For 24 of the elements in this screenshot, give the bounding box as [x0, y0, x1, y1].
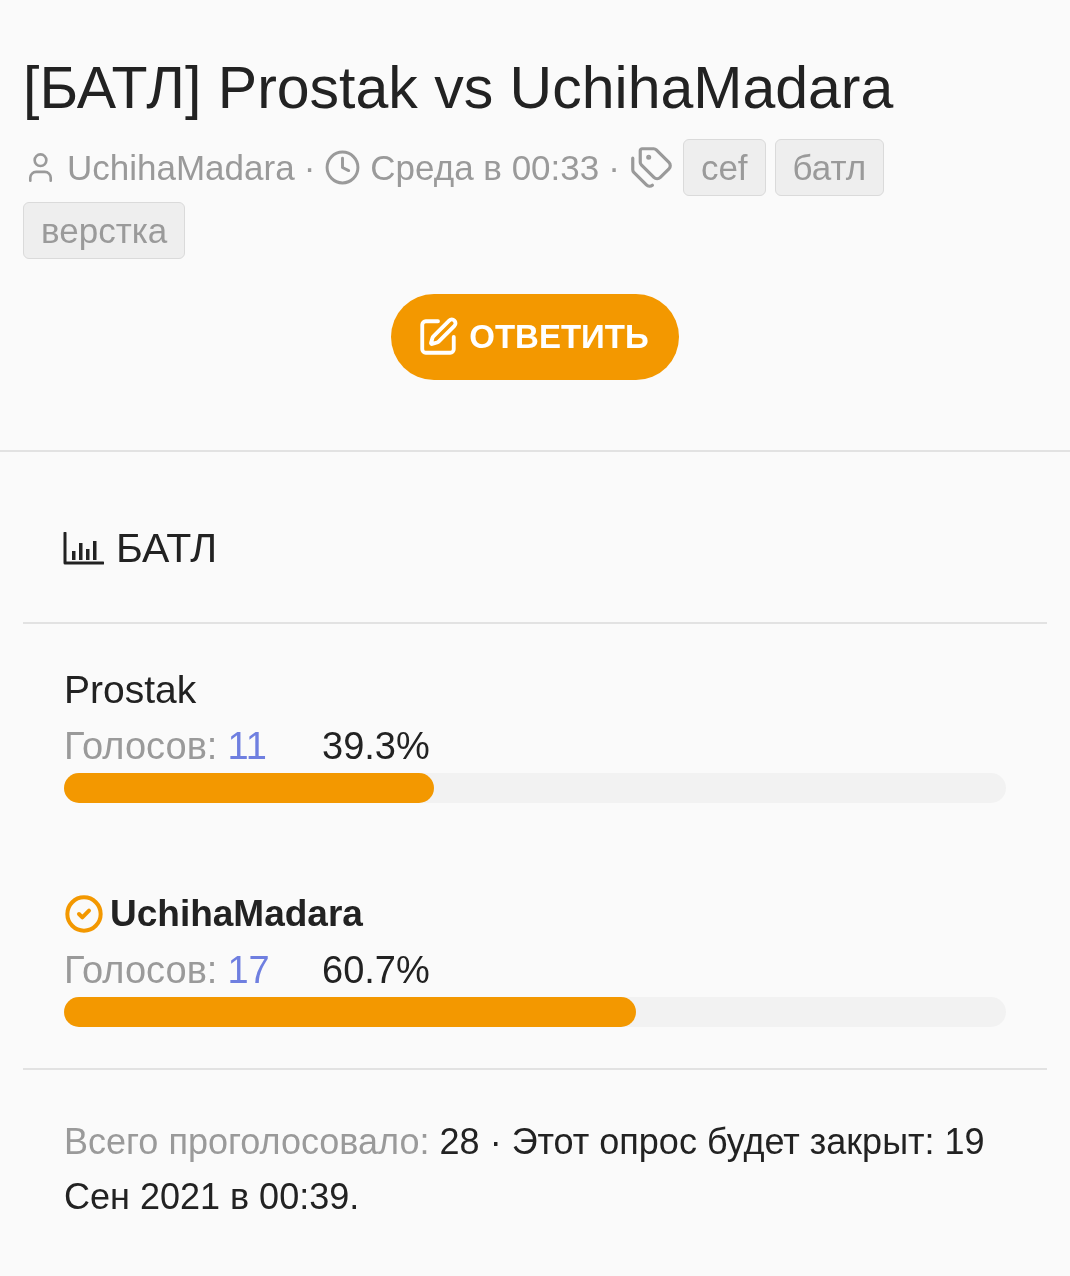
- edit-icon: [417, 316, 460, 358]
- separator-dot: ·: [303, 146, 316, 189]
- tags-icon: [628, 145, 674, 190]
- vote-percent: 60.7%: [322, 948, 430, 992]
- tag-link[interactable]: батл: [774, 139, 885, 196]
- check-circle-icon: [64, 894, 104, 934]
- author-link[interactable]: UchihaMadara: [67, 146, 295, 189]
- bar-chart-icon: [63, 531, 104, 565]
- tag-link[interactable]: cef: [682, 139, 766, 196]
- option-name: UchihaMadara: [110, 892, 363, 936]
- votes-label: Голосов:: [64, 724, 218, 768]
- votes-count-link[interactable]: 17: [227, 948, 270, 992]
- poll-title: БАТЛ: [116, 526, 218, 570]
- post-date-link[interactable]: Среда в 00:33: [370, 146, 600, 189]
- option-name: Prostak: [64, 668, 197, 712]
- separator-dot: ·: [608, 146, 620, 189]
- thread-title: [БАТЛ] Prostak vs UchihaMadara: [23, 54, 894, 123]
- clock-icon: [324, 149, 362, 186]
- tag-link[interactable]: верстка: [23, 202, 186, 259]
- votes-count-link[interactable]: 11: [227, 724, 267, 768]
- votes-label: Голосов:: [64, 948, 218, 992]
- reply-button[interactable]: ОТВЕТИТЬ: [391, 294, 679, 380]
- vote-percent: 39.3%: [322, 724, 430, 768]
- poll-summary-text: Всего проголосовало: 28 · Этот опрос будет закрыт: 19 Сен 2021 в 00:39.: [64, 1120, 986, 1219]
